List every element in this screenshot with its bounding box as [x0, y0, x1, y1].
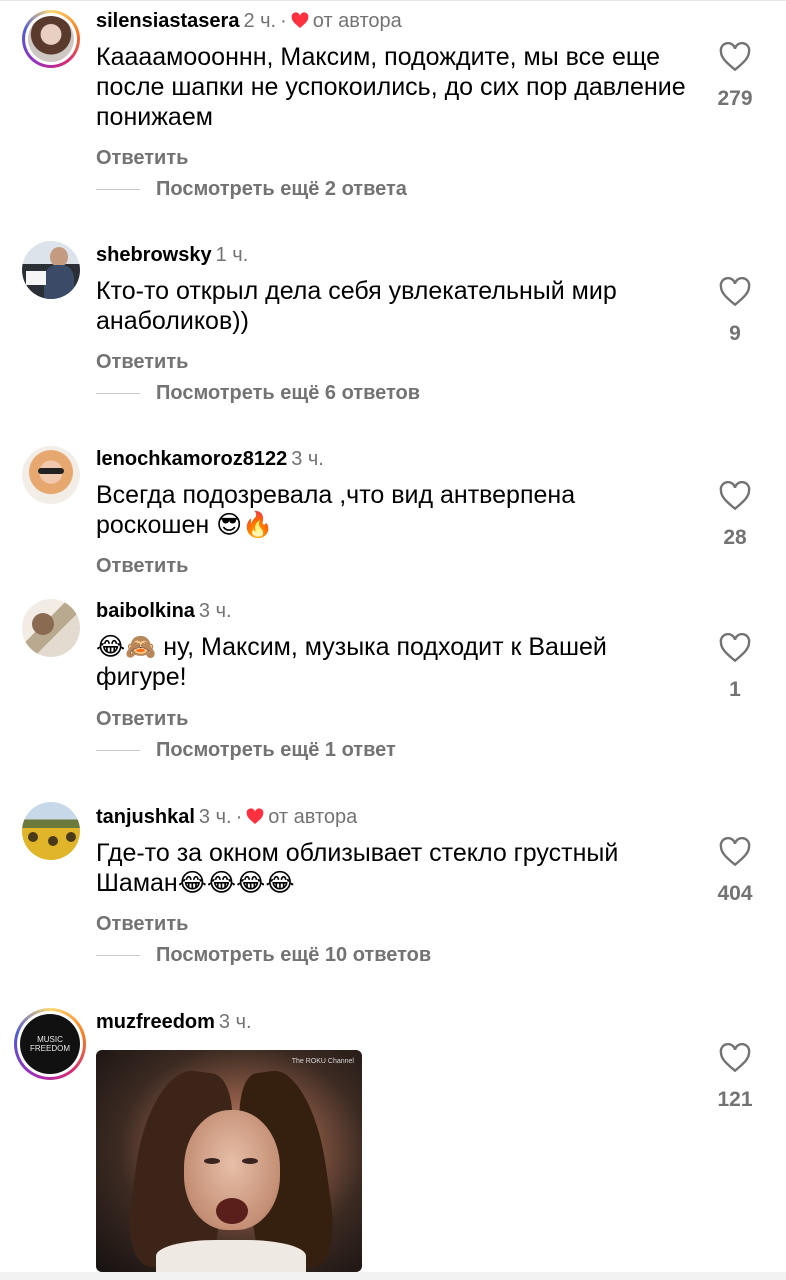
comment-text-body: Где-то за окном облизывает стекло грустн… [96, 839, 619, 897]
heart-icon[interactable] [719, 481, 751, 511]
avatar[interactable]: MUSIC FREEDOM [14, 1008, 86, 1080]
like-button[interactable]: 1 [706, 633, 764, 703]
like-button[interactable]: 121 [706, 1043, 764, 1113]
view-replies-label: Посмотреть ещё 1 ответ [156, 739, 396, 761]
avatar[interactable] [22, 802, 80, 860]
avatar[interactable] [22, 241, 80, 299]
view-replies-button[interactable]: Посмотреть ещё 10 ответов [96, 943, 431, 967]
comment-meta: muzfreedom 3 ч. [96, 1010, 252, 1034]
username[interactable]: tanjushkal [96, 806, 195, 828]
view-replies-label: Посмотреть ещё 6 ответов [156, 382, 421, 404]
replies-line [96, 955, 140, 957]
comment-text: Кто-то открыл дела себя увлекательный ми… [96, 277, 617, 335]
author-heart-icon [291, 12, 309, 28]
username[interactable]: shebrowsky [96, 244, 212, 266]
username[interactable]: muzfreedom [96, 1011, 215, 1033]
avatar[interactable] [22, 10, 80, 68]
view-replies-button[interactable]: Посмотреть ещё 1 ответ [96, 738, 396, 762]
replies-line [96, 393, 140, 395]
avatar[interactable] [22, 446, 80, 504]
comment-meta: baibolkina 3 ч. [96, 599, 232, 623]
heart-icon[interactable] [719, 1043, 751, 1073]
comment-text: Кааaамоооннн, Максим, подождите, мы все … [96, 43, 686, 131]
replies-line [96, 189, 140, 191]
comment-text: Где-то за окном облизывает стекло грустн… [96, 838, 686, 898]
comment-time: 1 ч. [215, 244, 249, 266]
username[interactable]: lenochkamoroz8122 [96, 448, 287, 470]
like-count: 121 [717, 1088, 753, 1111]
like-button[interactable]: 279 [706, 42, 764, 112]
like-button[interactable]: 9 [706, 277, 764, 347]
username[interactable]: baibolkina [96, 600, 195, 622]
heart-icon[interactable] [719, 633, 751, 663]
gif-attachment[interactable]: The ROKU Channel [96, 1050, 362, 1272]
comment-meta: tanjushkal 3 ч. · от автора [96, 805, 357, 829]
comment-text: Всегда подозревала ,что вид антверпена р… [96, 480, 686, 540]
bottom-bar [0, 1272, 786, 1280]
comment-time: 3 ч. [198, 806, 232, 828]
comment-emoji: 😂🙈 [96, 632, 157, 661]
like-count: 9 [729, 322, 741, 345]
top-divider [0, 0, 786, 1]
like-count: 404 [717, 882, 753, 905]
comment-time: 3 ч. [218, 1011, 252, 1033]
comment-emoji: 😂😂😂😂 [177, 868, 295, 897]
separator-dot: · [280, 10, 287, 32]
heart-icon[interactable] [719, 277, 751, 307]
like-button[interactable]: 28 [706, 481, 764, 551]
comment-time: 3 ч. [198, 600, 232, 622]
avatar[interactable] [22, 599, 80, 657]
heart-icon[interactable] [719, 837, 751, 867]
comment-time: 3 ч. [291, 448, 324, 470]
like-count: 279 [717, 87, 753, 110]
view-replies-button[interactable]: Посмотреть ещё 2 ответа [96, 177, 407, 201]
comment-time: 2 ч. [243, 10, 277, 32]
comment-meta: shebrowsky 1 ч. [96, 243, 248, 267]
comment-text-body: Всегда подозревала ,что вид антверпена р… [96, 481, 576, 539]
comment-text-body: ну, Максим, музыка подходит к Вашей фигу… [96, 633, 607, 691]
author-heart-icon [246, 808, 264, 824]
like-button[interactable]: 404 [706, 837, 764, 907]
separator-dot: · [235, 806, 243, 828]
reply-button[interactable]: Ответить [96, 554, 188, 578]
author-liked-label: от автора [268, 806, 358, 828]
comment-emoji: 😎🔥 [216, 510, 274, 539]
view-replies-label: Посмотреть ещё 10 ответов [156, 944, 432, 966]
reply-button[interactable]: Ответить [96, 146, 188, 170]
replies-line [96, 750, 140, 752]
reply-button[interactable]: Ответить [96, 912, 188, 936]
heart-icon[interactable] [719, 42, 751, 72]
comment-meta: silensiastasera 2 ч. · от автора [96, 9, 402, 33]
like-count: 1 [729, 678, 741, 701]
gif-watermark: The ROKU Channel [291, 1058, 354, 1065]
view-replies-button[interactable]: Посмотреть ещё 6 ответов [96, 381, 420, 405]
reply-button[interactable]: Ответить [96, 350, 188, 374]
comment-meta: lenochkamoroz8122 3 ч. [96, 447, 324, 471]
username[interactable]: silensiastasera [96, 10, 239, 32]
avatar-label: MUSIC FREEDOM [30, 1035, 70, 1053]
comment-text: 😂🙈 ну, Максим, музыка подходит к Вашей ф… [96, 632, 686, 692]
reply-button[interactable]: Ответить [96, 707, 188, 731]
view-replies-label: Посмотреть ещё 2 ответа [156, 178, 407, 200]
author-liked-label: от автора [312, 10, 402, 32]
like-count: 28 [723, 526, 747, 549]
